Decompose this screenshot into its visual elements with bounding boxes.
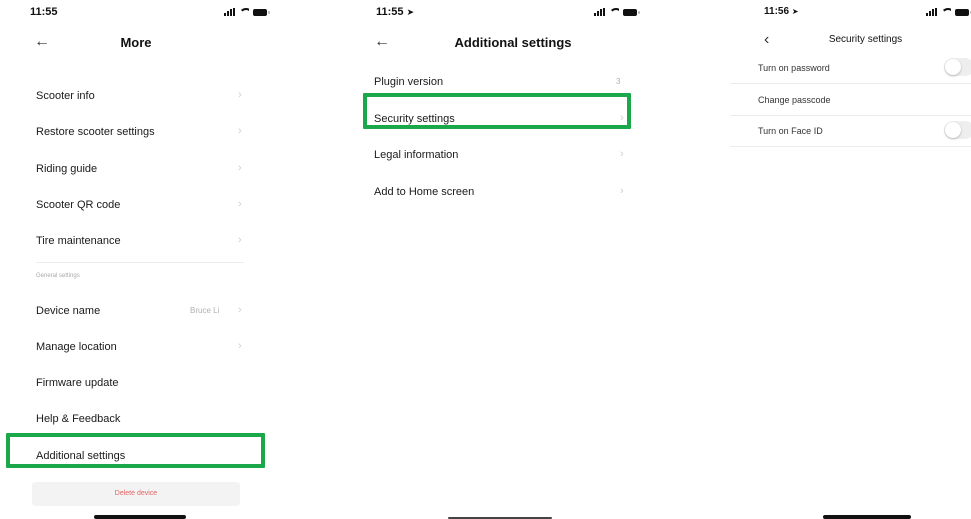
list-item-label: Device name [36, 305, 101, 317]
more-screen: 11:55 ← More Scooter info › Restore scoo… [0, 0, 272, 519]
face-id-toggle[interactable] [944, 121, 971, 139]
status-time: 11:55 [30, 6, 58, 18]
list-item-turn-on-face-id: Turn on Face ID [730, 117, 971, 147]
wifi-icon [239, 8, 249, 16]
signal-icon [594, 8, 605, 16]
list-item-label: Change passcode [758, 95, 831, 105]
list-item-label: Tire maintenance [36, 235, 121, 247]
delete-device-button[interactable]: Delete device [32, 482, 240, 506]
status-icons [926, 8, 971, 16]
list-item-turn-on-password: Turn on password [730, 54, 971, 84]
list-item-label: Plugin version [374, 76, 444, 88]
section-header-general: General settings [36, 273, 80, 279]
battery-icon [253, 8, 270, 16]
password-toggle[interactable] [944, 58, 971, 76]
list-item-label: Legal information [374, 149, 459, 161]
wifi-icon [609, 8, 619, 16]
chevron-right-icon: › [238, 304, 242, 316]
nav-bar: ‹ Security settings [730, 30, 971, 52]
chevron-right-icon: › [238, 89, 242, 101]
list-item-qr-code[interactable]: Scooter QR code › [0, 189, 272, 225]
nav-bar: ← Additional settings [350, 32, 650, 54]
list-item-label: Riding guide [36, 163, 98, 175]
list-item-label: Help & Feedback [36, 413, 121, 425]
list-item-add-to-home[interactable]: Add to Home screen › [350, 176, 650, 212]
battery-icon [623, 8, 640, 16]
delete-device-label: Delete device [114, 490, 158, 497]
highlight-box-security-settings [363, 93, 631, 129]
page-title: More [120, 35, 152, 50]
status-bar: 11:55 [0, 6, 272, 22]
status-bar: 11:55 ➤ [350, 6, 650, 22]
list-item-change-passcode[interactable]: Change passcode [730, 86, 971, 116]
location-arrow-icon: ➤ [791, 7, 799, 16]
status-time-text: 11:55 [376, 6, 404, 18]
chevron-right-icon: › [620, 185, 624, 197]
home-indicator [823, 515, 911, 519]
nav-bar: ← More [0, 32, 272, 54]
signal-icon [224, 8, 235, 16]
status-time: 11:56 ➤ [764, 6, 799, 17]
status-icons [224, 8, 270, 16]
list-item-label: Scooter info [36, 90, 95, 102]
status-time-text: 11:56 [764, 6, 790, 17]
list-item-scooter-info[interactable]: Scooter info › [0, 80, 272, 116]
signal-icon [926, 8, 937, 16]
security-settings-screen: 11:56 ➤ ‹ Security settings Turn on pass… [730, 0, 971, 519]
list-item-label: Restore scooter settings [36, 126, 155, 138]
status-time: 11:55 ➤ [376, 6, 414, 18]
list-item-label: Add to Home screen [374, 186, 475, 198]
location-arrow-icon: ➤ [406, 7, 415, 17]
list-item-riding-guide[interactable]: Riding guide › [0, 153, 272, 189]
status-bar: 11:56 ➤ [730, 6, 971, 22]
additional-settings-screen: 11:55 ➤ ← Additional settings Plugin ver… [350, 0, 650, 519]
chevron-right-icon: › [238, 340, 242, 352]
list-item-firmware-update[interactable]: Firmware update [0, 367, 272, 403]
page-title: Additional settings [454, 35, 572, 50]
device-name-value: Bruce Li [190, 306, 220, 315]
list-item-legal-information[interactable]: Legal information › [350, 139, 650, 175]
list-item-device-name[interactable]: Device name Bruce Li › [0, 295, 272, 331]
chevron-right-icon: › [238, 125, 242, 137]
chevron-right-icon: › [238, 162, 242, 174]
list-item-label: Turn on Face ID [758, 126, 823, 136]
list-item-label: Scooter QR code [36, 199, 121, 211]
plugin-version-value: 3 [616, 77, 621, 86]
list-item-manage-location[interactable]: Manage location › [0, 331, 272, 367]
battery-icon [955, 8, 971, 16]
list-item-restore-settings[interactable]: Restore scooter settings › [0, 116, 272, 152]
list-item-label: Turn on password [758, 63, 830, 73]
wifi-icon [941, 8, 951, 16]
page-title: Security settings [828, 34, 903, 45]
list-item-label: Manage location [36, 341, 117, 353]
chevron-right-icon: › [238, 198, 242, 210]
home-indicator [94, 515, 186, 519]
divider [36, 262, 244, 263]
chevron-right-icon: › [238, 234, 242, 246]
list-item-label: Firmware update [36, 377, 119, 389]
highlight-box-additional-settings [6, 433, 265, 468]
list-item-tire-maintenance[interactable]: Tire maintenance › [0, 225, 272, 261]
chevron-right-icon: › [620, 148, 624, 160]
status-icons [594, 8, 640, 16]
